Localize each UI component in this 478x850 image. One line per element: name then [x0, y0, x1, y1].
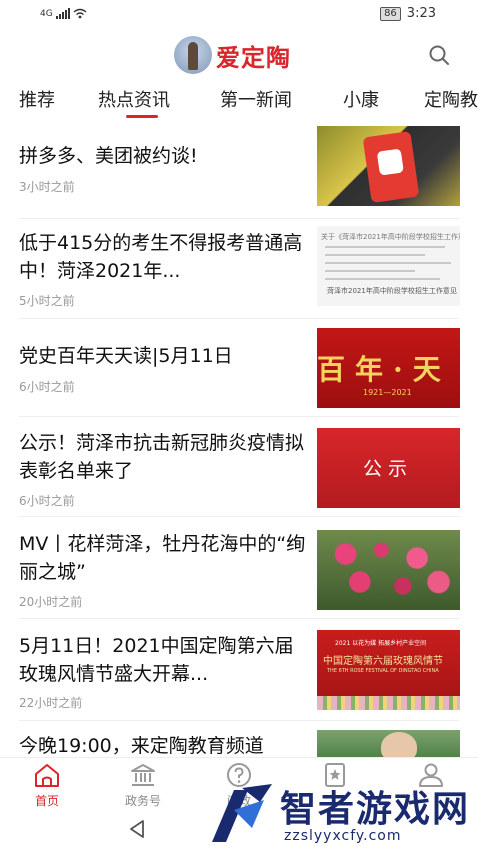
divider	[19, 318, 459, 319]
news-title: 低于415分的考生不得报考普通高中！菏泽2021年...	[19, 232, 303, 282]
active-tab-indicator	[126, 115, 158, 118]
watermark-logo-icon	[212, 784, 272, 842]
news-title: 拼多多、美团被约谈!	[19, 145, 198, 167]
government-icon	[131, 764, 155, 786]
tab-xiaokang[interactable]: 小康	[343, 86, 379, 112]
site-watermark: 智者游戏网 zzslyyxcfy.com	[202, 778, 472, 848]
news-thumbnail	[317, 126, 460, 206]
news-thumbnail: 公示	[317, 428, 460, 508]
tab-dingtao-edu[interactable]: 定陶教	[424, 86, 478, 112]
divider	[19, 516, 459, 517]
news-time: 6小时之前	[19, 380, 75, 394]
news-time: 6小时之前	[19, 494, 75, 508]
app-title: 爱定陶	[216, 43, 291, 72]
news-time: 22小时之前	[19, 696, 83, 710]
wifi-icon	[73, 8, 87, 19]
tab-home[interactable]: 首页	[12, 762, 82, 809]
channel-tabs: 推荐 热点资讯 第一新闻 小康 定陶教	[0, 82, 478, 120]
clock: 3:23	[406, 6, 436, 21]
news-thumbnail	[317, 530, 460, 610]
news-title: 5月11日！2021中国定陶第六届玫瑰风情节盛大开幕...	[19, 635, 294, 685]
watermark-url: zzslyyxcfy.com	[284, 828, 402, 844]
back-triangle-icon[interactable]	[126, 818, 148, 840]
tab-government[interactable]: 政务号	[108, 762, 178, 809]
divider	[19, 720, 459, 721]
news-thumbnail: 2021 以花为媒 拓展乡村产业空间 中国定陶第六届玫瑰风情节 THE 6TH …	[317, 630, 460, 710]
news-title: 今晚19:00，来定陶教育频道	[19, 735, 264, 757]
news-title: 党史百年天天读|5月11日	[19, 345, 233, 367]
news-title: 公示！菏泽市抗击新冠肺炎疫情拟表彰名单来了	[19, 432, 305, 482]
app-header: 爱定陶	[0, 30, 478, 80]
battery-icon: 86	[380, 6, 401, 21]
divider	[19, 416, 459, 417]
news-time: 20小时之前	[19, 595, 83, 609]
news-thumbnail: 关于《菏泽市2021年高中阶段学校招生工作意见》的 菏泽市2021年高中阶段学校…	[317, 226, 460, 306]
news-title: MV丨花样菏泽，牡丹花海中的“绚丽之城”	[19, 533, 306, 583]
news-time: 5小时之前	[19, 294, 75, 308]
status-bar: 4G 86 3:23	[0, 0, 478, 30]
signal-icon	[55, 8, 70, 19]
statue-logo-icon	[174, 36, 212, 74]
news-thumbnail: 百年·天 1921—2021	[317, 328, 460, 408]
news-thumbnail	[317, 730, 460, 760]
tab-first-news[interactable]: 第一新闻	[220, 86, 292, 112]
tab-hot-news[interactable]: 热点资讯	[98, 86, 170, 112]
tab-recommend[interactable]: 推荐	[19, 86, 55, 112]
watermark-text: 智者游戏网	[280, 789, 471, 830]
divider	[19, 218, 459, 219]
app-logo: 爱定陶	[174, 36, 291, 74]
network-type: 4G	[40, 9, 53, 19]
home-icon	[35, 764, 59, 787]
news-time: 3小时之前	[19, 180, 75, 194]
search-icon[interactable]	[428, 44, 450, 66]
divider	[19, 618, 459, 619]
